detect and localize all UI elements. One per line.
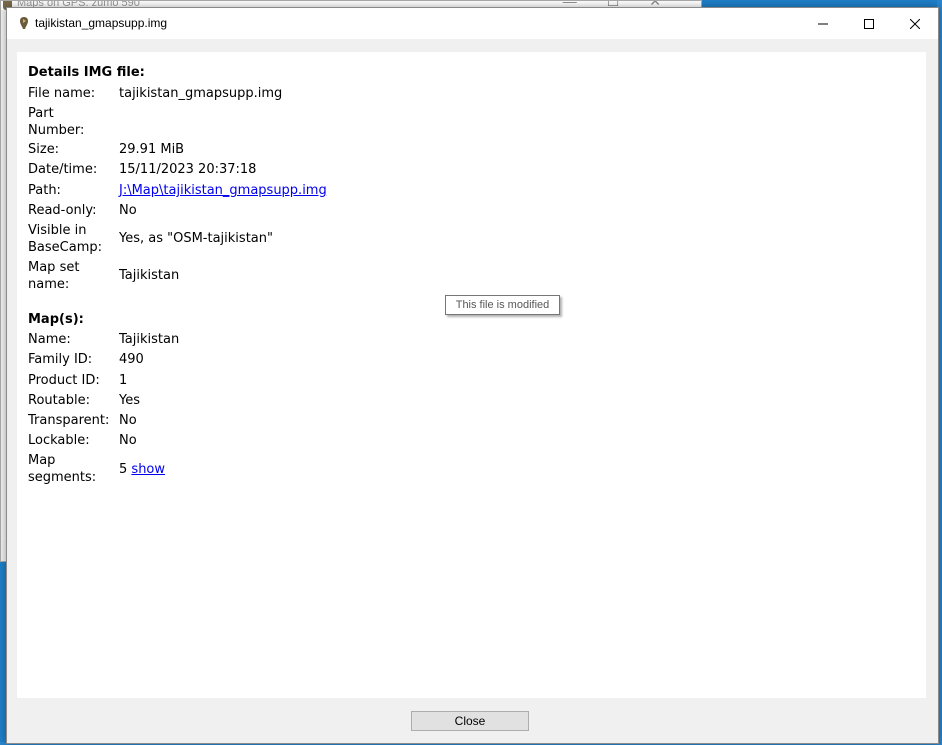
detail-label: Date/time: bbox=[28, 162, 98, 177]
img-details-heading: Details IMG file: bbox=[28, 65, 145, 80]
map-label: Map segments: bbox=[28, 453, 97, 485]
modified-tooltip: This file is modified bbox=[445, 295, 560, 315]
transparent-value: No bbox=[119, 413, 137, 428]
detail-label: File name: bbox=[28, 86, 96, 101]
show-segments-link[interactable]: show bbox=[131, 462, 165, 477]
detail-label: Visible in BaseCamp: bbox=[28, 223, 102, 255]
img-details-dialog: tajikistan_gmapsupp.img Details IMG file… bbox=[6, 7, 939, 744]
map-label: Product ID: bbox=[28, 373, 100, 388]
maximize-button[interactable] bbox=[846, 8, 892, 39]
close-window-button[interactable] bbox=[892, 8, 938, 39]
family-id-value: 490 bbox=[119, 352, 144, 367]
maps-heading: Map(s): bbox=[28, 312, 84, 327]
product-id-value: 1 bbox=[119, 373, 128, 388]
map-file-icon bbox=[20, 17, 28, 29]
map-set-name-value: Tajikistan bbox=[119, 268, 180, 283]
file-name-value: tajikistan_gmapsupp.img bbox=[119, 86, 283, 101]
detail-label: Size: bbox=[28, 142, 60, 157]
date-time-value: 15/11/2023 20:37:18 bbox=[119, 162, 257, 177]
read-only-value: No bbox=[119, 203, 137, 218]
lockable-value: No bbox=[119, 433, 137, 448]
detail-label: Read-only: bbox=[28, 203, 97, 218]
path-link[interactable]: J:\Map\tajikistan_gmapsupp.img bbox=[119, 182, 327, 199]
close-icon bbox=[910, 18, 920, 29]
minimize-icon bbox=[818, 23, 828, 24]
dialog-title: tajikistan_gmapsupp.img bbox=[35, 16, 168, 30]
visible-in-basecamp-value: Yes, as "OSM-tajikistan" bbox=[119, 231, 273, 246]
detail-label: Part Number: bbox=[28, 106, 85, 138]
map-name-value: Tajikistan bbox=[119, 332, 180, 347]
close-button[interactable]: Close bbox=[411, 711, 529, 731]
map-label: Family ID: bbox=[28, 352, 93, 367]
details-panel: Details IMG file: File name: tajikistan_… bbox=[17, 52, 926, 698]
maximize-icon bbox=[864, 18, 874, 29]
map-label: Routable: bbox=[28, 393, 90, 408]
map-label: Transparent: bbox=[28, 413, 110, 428]
map-label: Lockable: bbox=[28, 433, 90, 448]
map-segments-count: 5 bbox=[119, 462, 128, 477]
map-segments-value: 5 show bbox=[119, 461, 165, 478]
map-label: Name: bbox=[28, 332, 71, 347]
detail-label: Path: bbox=[28, 183, 61, 198]
size-value: 29.91 MiB bbox=[119, 142, 185, 157]
dialog-titlebar: tajikistan_gmapsupp.img bbox=[7, 8, 938, 39]
routable-value: Yes bbox=[119, 393, 140, 408]
detail-label: Map set name: bbox=[28, 260, 80, 292]
minimize-button[interactable] bbox=[800, 8, 846, 39]
